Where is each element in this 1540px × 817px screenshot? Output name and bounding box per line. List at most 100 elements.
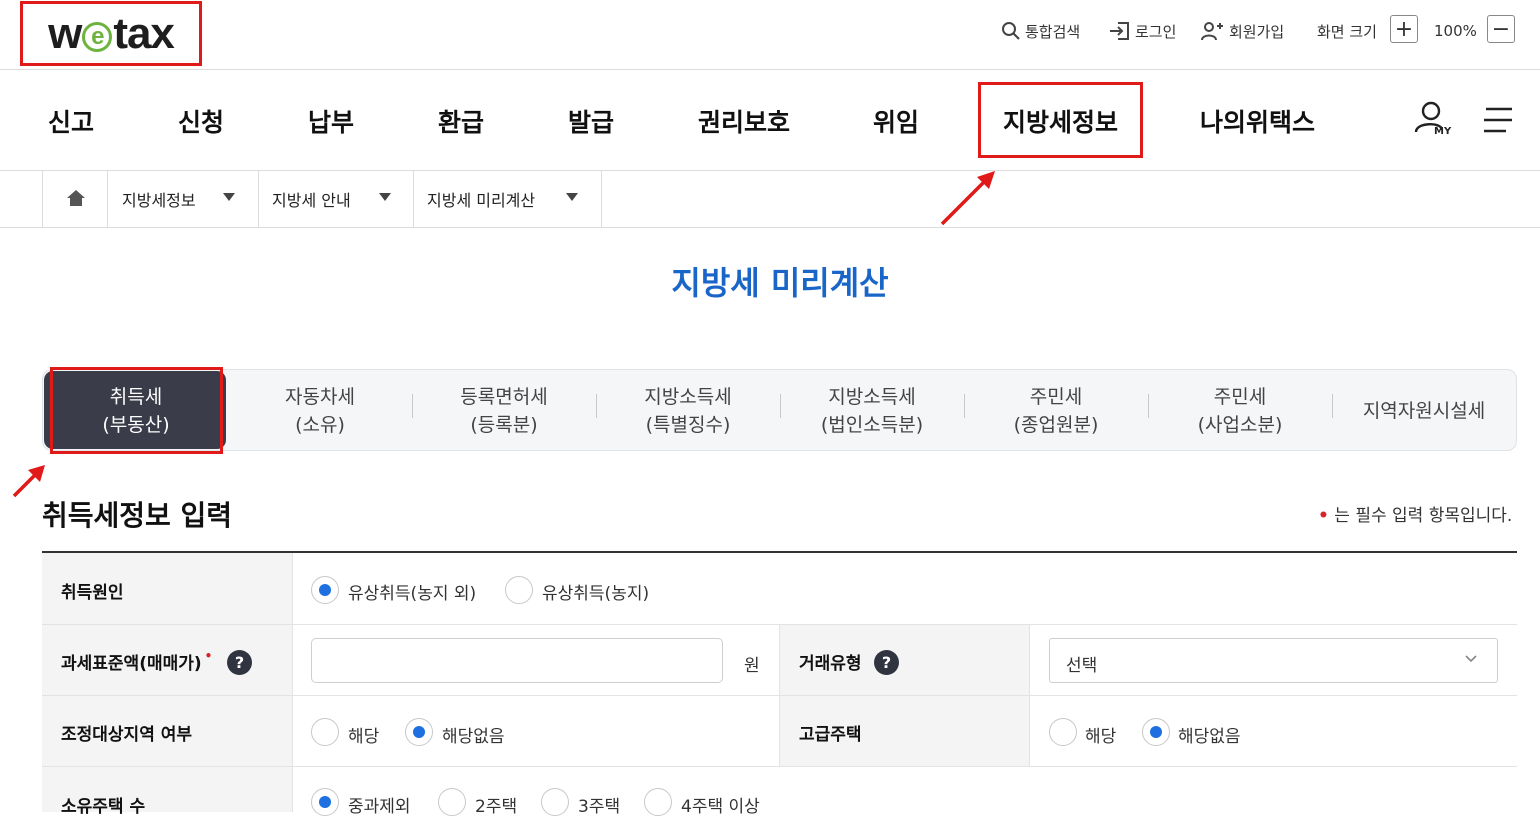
join-label: 회원가입	[1229, 22, 1285, 41]
row-divider	[42, 695, 1517, 696]
login-link[interactable]: 로그인	[1109, 19, 1176, 43]
required-mark: •	[204, 649, 213, 663]
zoom-out-button[interactable]: −	[1487, 15, 1515, 43]
hamburger-icon	[1484, 107, 1512, 133]
breadcrumb-item-pre-calculation[interactable]: 지방세 미리계산	[427, 187, 535, 211]
radio-label[interactable]: 유상취득(농지)	[542, 579, 649, 604]
wetax-logo[interactable]: w e tax	[20, 1, 202, 66]
tax-base-label: 과세표준액(매매가) •	[61, 649, 212, 674]
radio-label[interactable]: 유상취득(농지 외)	[348, 579, 476, 604]
breadcrumb-separator	[107, 171, 108, 227]
integrated-search-link[interactable]: 통합검색	[1001, 19, 1080, 43]
my-page-button[interactable]: MY	[1412, 100, 1454, 140]
page-title: 지방세 미리계산	[671, 264, 889, 302]
radio-label[interactable]: 해당없음	[442, 722, 505, 747]
breadcrumb-item-local-tax-guide[interactable]: 지방세 안내	[272, 187, 351, 211]
radio-label[interactable]: 해당	[348, 722, 379, 747]
required-note: • 는 필수 입력 항목입니다.	[1318, 501, 1512, 526]
tab-line2: (소유)	[295, 414, 345, 436]
gnb-item-pay[interactable]: 납부	[308, 103, 354, 139]
tab-local-income-tax-corporate[interactable]: 지방소득세 (법인소득분)	[780, 383, 964, 439]
search-icon	[1002, 22, 1020, 40]
tab-local-income-tax-withholding[interactable]: 지방소득세 (특별징수)	[596, 383, 780, 439]
adjusted-area-label: 조정대상지역 여부	[61, 725, 193, 745]
row-divider	[42, 624, 1517, 625]
tab-line2: (종업원분)	[1013, 414, 1099, 436]
gnb-item-issue[interactable]: 발급	[568, 103, 614, 139]
user-plus-icon	[1201, 22, 1223, 41]
chevron-down-icon[interactable]	[566, 193, 578, 201]
tab-line2: (특별징수)	[645, 414, 731, 436]
gnb-item-report[interactable]: 신고	[48, 103, 94, 139]
tab-regional-resource-facility-tax[interactable]: 지역자원시설세	[1332, 397, 1516, 425]
menu-button[interactable]	[1482, 106, 1514, 134]
trade-type-label: 거래유형	[799, 654, 862, 674]
tab-vehicle-tax[interactable]: 자동차세 (소유)	[228, 383, 412, 439]
chevron-down-icon	[1465, 655, 1477, 663]
tab-resident-tax-employee[interactable]: 주민세 (종업원분)	[964, 383, 1148, 439]
gnb-item-rights[interactable]: 권리보호	[698, 103, 790, 139]
radio-selected-dot	[319, 584, 331, 596]
login-label: 로그인	[1135, 22, 1177, 41]
tab-line2: (법인소득분)	[820, 414, 924, 436]
tab-line1: 등록면허세	[460, 386, 548, 408]
acquisition-cause-label: 취득원인	[61, 583, 124, 603]
radio-selected-dot	[1150, 726, 1162, 738]
header-divider	[0, 69, 1540, 70]
gnb-item-delegation[interactable]: 위임	[873, 103, 919, 139]
row-divider	[42, 766, 1517, 767]
join-link[interactable]: 회원가입	[1201, 19, 1284, 43]
help-icon[interactable]: ?	[227, 650, 252, 675]
chevron-down-icon[interactable]	[223, 193, 235, 201]
tab-resident-tax-business[interactable]: 주민세 (사업소분)	[1148, 383, 1332, 439]
screen-size-label: 화면 크기	[1317, 22, 1377, 41]
help-icon[interactable]: ?	[874, 650, 899, 675]
login-icon	[1110, 22, 1129, 40]
tab-line2: (사업소분)	[1197, 414, 1283, 436]
tab-line2: (등록분)	[470, 414, 538, 436]
radio-paid-farmland[interactable]	[505, 576, 533, 604]
radio-label[interactable]: 3주택	[578, 792, 620, 817]
houses-owned-label: 소유주택 수	[61, 797, 146, 817]
radio-label[interactable]: 해당	[1085, 722, 1116, 747]
breadcrumb-separator	[258, 171, 259, 227]
chevron-down-icon[interactable]	[379, 193, 391, 201]
won-unit: 원	[744, 656, 760, 676]
radio-selected-dot	[319, 796, 331, 808]
tab-line1: 자동차세	[285, 386, 355, 408]
zoom-out-wrap: −	[1487, 15, 1515, 43]
tab-line1: 지역자원시설세	[1362, 400, 1486, 422]
radio-selected-dot	[413, 726, 425, 738]
zoom-in-button[interactable]: +	[1390, 15, 1418, 43]
radio-adjusted-no[interactable]	[405, 718, 433, 746]
tax-base-input[interactable]	[311, 638, 723, 683]
tax-base-label-text: 과세표준액(매매가)	[61, 654, 202, 674]
gnb-item-apply[interactable]: 신청	[178, 103, 224, 139]
radio-paid-non-farmland[interactable]	[311, 576, 339, 604]
breadcrumb-separator	[413, 171, 414, 227]
tab-registration-license-tax[interactable]: 등록면허세 (등록분)	[412, 383, 596, 439]
section-title: 취득세정보 입력	[42, 499, 233, 532]
column-divider	[779, 625, 780, 767]
trade-type-select[interactable]: 선택	[1049, 638, 1498, 683]
radio-luxury-yes[interactable]	[1049, 718, 1077, 746]
radio-label[interactable]: 중과제외	[348, 792, 411, 817]
tab-line1: 주민세	[1029, 386, 1083, 408]
gnb-item-my-wetax[interactable]: 나의위택스	[1200, 103, 1315, 139]
highlight-box-tab	[50, 367, 223, 454]
home-button[interactable]	[66, 188, 86, 208]
radio-label[interactable]: 4주택 이상	[681, 792, 760, 817]
label-column-bg	[779, 625, 1029, 767]
radio-label[interactable]: 해당없음	[1178, 722, 1241, 747]
select-value: 선택	[1066, 656, 1098, 676]
radio-label[interactable]: 2주택	[475, 792, 517, 817]
gnb-item-refund[interactable]: 환급	[438, 103, 484, 139]
search-label: 통합검색	[1025, 22, 1081, 41]
logo-wordmark: w e tax	[48, 8, 175, 58]
column-divider	[292, 553, 293, 812]
radio-luxury-no[interactable]	[1142, 718, 1170, 746]
breadcrumb-item-local-tax-info[interactable]: 지방세정보	[122, 187, 196, 211]
tab-line1: 주민세	[1213, 386, 1267, 408]
breadcrumb-separator	[601, 171, 602, 227]
radio-adjusted-yes[interactable]	[311, 718, 339, 746]
